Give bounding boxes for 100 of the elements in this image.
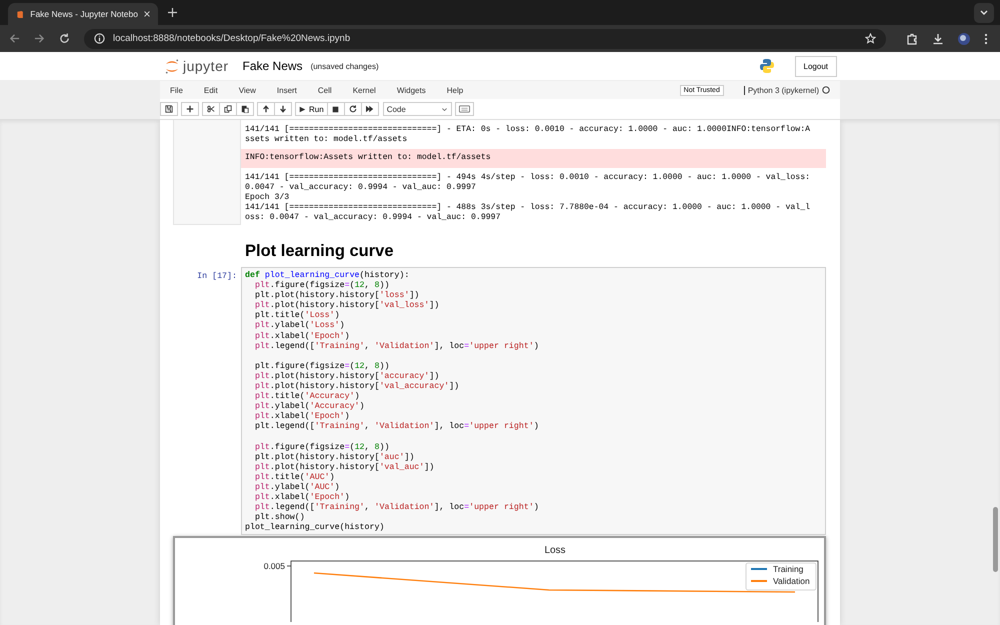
puzzle-icon[interactable] — [906, 32, 918, 44]
save-status: (unsaved changes) — [310, 62, 379, 70]
url-text: localhost:8888/notebooks/Desktop/Fake%20News.ipynb — [113, 33, 350, 44]
menu-item[interactable]: File — [170, 86, 183, 94]
code-line: plt.ylabel('Loss') — [254, 321, 346, 332]
code-line: plt.xlabel('Epoch') — [254, 332, 351, 342]
code-editor[interactable] — [241, 267, 826, 536]
cell-type-dropdown[interactable]: Code — [382, 102, 452, 116]
code-line: plt.ylabel('AUC') — [254, 482, 341, 493]
menu-item[interactable]: Widgets — [396, 86, 426, 94]
menu-item[interactable]: Help — [446, 86, 464, 94]
output-line: Epoch 3/3 — [244, 193, 290, 203]
browser-tab[interactable]: Fake News - Jupyter Notebo — [8, 3, 158, 25]
code-line: plt.plot(history.history['val_accuracy']) — [254, 382, 460, 392]
arrow-down-icon — [279, 105, 287, 113]
menu-item[interactable]: View — [238, 86, 256, 94]
kernel-name: Python 3 (ipykernel) — [744, 86, 819, 94]
legend-label: Validation — [773, 576, 810, 586]
paste-icon — [241, 105, 249, 113]
legend-box — [746, 563, 816, 591]
play-icon — [299, 106, 306, 112]
chart-title: Loss — [544, 545, 566, 556]
code-line: plt.plot(history.history['val_auc']) — [254, 462, 436, 473]
plus-icon — [186, 105, 194, 113]
move-down-button[interactable] — [274, 102, 292, 116]
book-icon — [16, 8, 24, 20]
code-line: plt.plot(history.history['val_loss']) — [254, 301, 440, 311]
output-line: oss: 0.0047 - val_accuracy: 0.9994 - val_auc: 0.9997 — [244, 213, 502, 224]
keyboard-icon — [458, 105, 470, 113]
python-logo-icon — [758, 58, 775, 74]
download-icon[interactable] — [932, 32, 944, 44]
code-line: plt.figure(figsize=(12, 8)) — [254, 281, 390, 291]
cut-button[interactable] — [202, 102, 220, 116]
output-line: 141/141 [==============================] - 488s 3s/step - loss: 7.7880e-04 - accuracy: 1.0000 - auc: 1.0000 - val_l — [244, 203, 812, 213]
code-line: plt.plot(history.history['loss']) — [254, 291, 420, 301]
star-icon[interactable] — [865, 33, 876, 44]
code-line: plt.show() — [254, 513, 306, 523]
chevron-down-icon[interactable] — [974, 2, 994, 22]
save-icon — [165, 105, 173, 113]
code-line: plt.legend(['Training', 'Validation'], loc='upper right') — [254, 342, 540, 352]
more-icon[interactable] — [984, 32, 988, 44]
code-line: plt.xlabel('Epoch') — [254, 493, 351, 503]
info-icon — [94, 33, 105, 44]
stop-button[interactable] — [326, 102, 345, 116]
stderr-output: INFO:tensorflow:Assets written to: model.tf/assets — [241, 149, 826, 168]
fast-forward-icon — [366, 105, 374, 113]
jupyter-logo-icon — [165, 58, 179, 74]
menu-item[interactable]: Cell — [318, 86, 332, 94]
restart-icon — [348, 105, 357, 113]
input-prompt: In [17]: — [196, 271, 238, 283]
arrow-up-icon — [262, 105, 270, 113]
forward-icon[interactable] — [34, 33, 45, 44]
close-icon[interactable] — [144, 10, 150, 18]
tick-mark — [286, 566, 292, 567]
code-line: plt.legend(['Training', 'Validation'], loc='upper right') — [254, 422, 540, 432]
avatar-icon[interactable] — [958, 32, 970, 44]
code-line: plt.plot(history.history['accuracy']) — [254, 372, 440, 382]
legend-label: Training — [773, 564, 804, 574]
menu-item[interactable]: Insert — [276, 86, 297, 94]
output-line: 141/141 [==============================] - 494s 4s/step - loss: 0.0010 - accuracy: 1.0000 - auc: 1.0000 - val_loss: — [244, 172, 812, 183]
stop-icon — [332, 106, 340, 112]
menu-item[interactable]: Kernel — [352, 86, 376, 94]
code-line: plt.title('AUC') — [254, 472, 336, 483]
markdown-heading: Plot learning curve — [244, 242, 395, 261]
code-line: plt.figure(figsize=(12, 8)) — [254, 362, 390, 372]
keyboard-button[interactable] — [454, 102, 474, 116]
code-line: plot_learning_curve(history) — [245, 523, 386, 534]
paste-button[interactable] — [236, 102, 254, 116]
reload-icon[interactable] — [59, 33, 70, 44]
back-icon[interactable] — [9, 33, 20, 44]
output-line: 141/141 [==============================] - ETA: 0s - loss: 0.0010 - accuracy: 1.0000 - auc: 1.0000INFO:tensorflow:A — [244, 125, 812, 135]
jupyter-logo-text[interactable]: jupyter — [183, 58, 229, 74]
logout-button[interactable]: Logout — [794, 56, 837, 76]
run-all-button[interactable] — [360, 102, 379, 116]
code-line: plt.plot(history.history['auc']) — [254, 452, 416, 463]
code-line: plt.title('Loss') — [254, 311, 341, 321]
move-up-button[interactable] — [257, 102, 275, 116]
copy-icon — [224, 105, 232, 113]
code-line: plt.ylabel('Accuracy') — [254, 402, 366, 412]
code-line: plt.xlabel('Epoch') — [254, 412, 351, 422]
address-bar[interactable]: localhost:8888/notebooks/Desktop/Fake%20News.ipynb — [84, 28, 886, 48]
notebook-name[interactable]: Fake News — [242, 59, 303, 73]
tab-title: Fake News - Jupyter Notebo — [30, 9, 138, 19]
tick-label: 0.005 — [264, 561, 285, 572]
code-line: def plot_learning_curve(history): — [245, 271, 410, 281]
menu-item[interactable]: Edit — [204, 86, 218, 94]
output-line: ssets written to: model.tf/assets — [244, 135, 408, 146]
code-line: plt.legend(['Training', 'Validation'], loc='upper right') — [254, 503, 540, 513]
output-line: 0.0047 - val_accuracy: 0.9994 - val_auc: 0.9997 — [244, 182, 477, 193]
scrollbar[interactable] — [993, 507, 998, 572]
copy-button[interactable] — [219, 102, 237, 116]
run-button[interactable]: Run — [295, 102, 328, 116]
insert-cell-button[interactable] — [181, 102, 199, 116]
code-line: plt.figure(figsize=(12, 8)) — [254, 442, 390, 453]
scissors-icon — [207, 105, 215, 113]
save-button[interactable] — [160, 102, 178, 116]
caret-icon — [440, 106, 448, 112]
code-line: plt.title('Accuracy') — [254, 392, 361, 402]
restart-button[interactable] — [344, 102, 362, 116]
new-tab-icon[interactable] — [168, 8, 177, 17]
